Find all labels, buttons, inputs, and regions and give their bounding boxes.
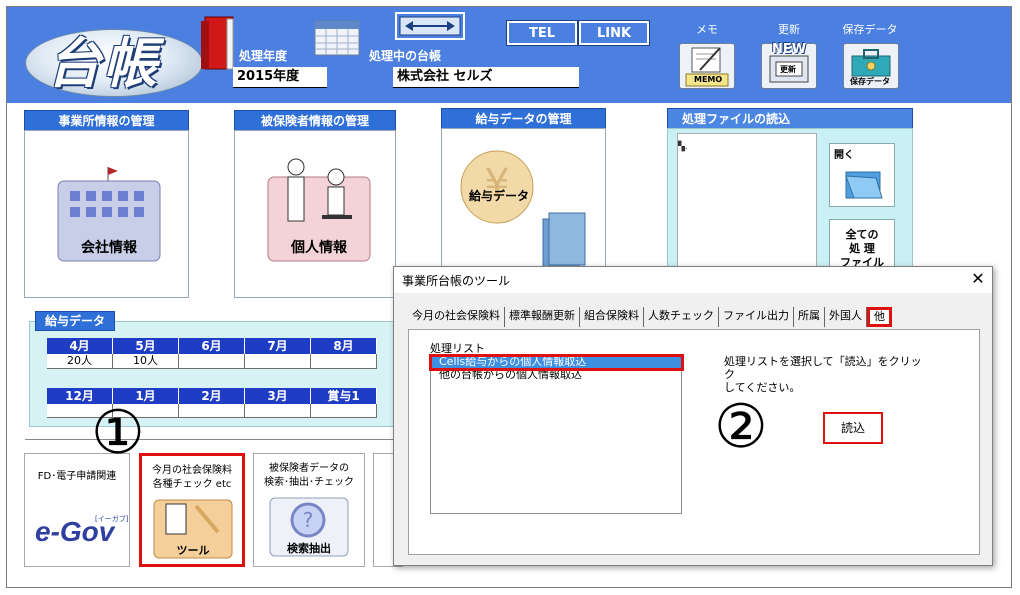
selected-item-highlight bbox=[429, 354, 684, 371]
salary-data-title: 給与データ bbox=[35, 311, 115, 331]
salary-count-cell bbox=[179, 404, 245, 418]
search-tile[interactable]: 被保険者データの 検索･抽出･チェック ? 検索抽出 bbox=[253, 453, 365, 567]
month-header[interactable]: 2月 bbox=[179, 388, 245, 404]
memo-label: メモ bbox=[696, 23, 718, 36]
ledger-value: 株式会社 セルズ bbox=[393, 67, 579, 88]
fd-label: FD･電子申請関連 bbox=[37, 471, 117, 482]
tool-line2: 各種チェック etc bbox=[152, 479, 232, 490]
tool-line1: 今月の社会保険料 bbox=[152, 465, 232, 476]
company-info-button[interactable]: 会社情報 bbox=[56, 165, 162, 263]
save-label: 保存データ bbox=[842, 23, 898, 36]
annotation-circle-1: ① bbox=[91, 398, 145, 468]
annotation-circle-2: ② bbox=[714, 392, 768, 462]
year-value: 2015年度 bbox=[233, 67, 327, 88]
close-icon[interactable]: ✕ bbox=[968, 269, 988, 289]
salary-count-cell bbox=[245, 404, 311, 418]
salary-count-cell: 10人 bbox=[113, 354, 179, 369]
tab-affiliation[interactable]: 所属 bbox=[794, 307, 825, 327]
company-panel-title: 事業所情報の管理 bbox=[24, 110, 189, 132]
search-line2: 検索･抽出･チェック bbox=[264, 477, 354, 488]
save-button[interactable]: 保存データ bbox=[843, 43, 899, 89]
tab-other[interactable]: 他 bbox=[867, 307, 892, 327]
salary-row1-head: 4月 5月 6月 7月 8月 bbox=[47, 338, 397, 354]
tab-union-insurance[interactable]: 組合保険料 bbox=[580, 307, 644, 327]
company-info-caption: 会社情報 bbox=[81, 240, 137, 256]
open-file-button[interactable]: 開く bbox=[829, 143, 895, 207]
search-line1: 被保険者データの bbox=[269, 463, 349, 474]
memo-button[interactable]: MEMO bbox=[679, 43, 735, 89]
app-window: 台帳 処理年度 2015年度 処理中の台帳 株式会社 セルズ TEL LINK … bbox=[6, 6, 1012, 588]
tel-button[interactable]: TEL bbox=[506, 20, 578, 46]
personal-info-caption: 個人情報 bbox=[291, 240, 347, 256]
dialog-tabs: 今月の社会保険料 標準報酬更新 組合保険料 人数チェック ファイル出力 所属 外… bbox=[408, 307, 892, 327]
update-label: 更新 bbox=[778, 23, 800, 36]
tool-caption: ツール bbox=[176, 544, 210, 557]
yen-icon: ¥ bbox=[460, 150, 586, 272]
search-caption: 検索抽出 bbox=[287, 542, 331, 555]
month-header[interactable]: 5月 bbox=[113, 338, 179, 354]
file-list-icon: ▚. bbox=[678, 142, 688, 152]
tab-headcount-check[interactable]: 人数チェック bbox=[644, 307, 719, 327]
tab-file-output[interactable]: ファイル出力 bbox=[719, 307, 794, 327]
month-header[interactable]: 賞与1 bbox=[311, 388, 377, 404]
link-button[interactable]: LINK bbox=[578, 20, 650, 46]
tab-standard-update[interactable]: 標準報酬更新 bbox=[505, 307, 580, 327]
app-logo: 台帳 bbox=[47, 31, 159, 95]
divider bbox=[25, 439, 405, 440]
tool-dialog: 事業所台帳のツール ✕ 今月の社会保険料 標準報酬更新 組合保険料 人数チェック… bbox=[393, 266, 993, 566]
salary-count-cell bbox=[179, 354, 245, 369]
files-panel-title: 処理ファイルの読込 bbox=[667, 108, 913, 130]
insured-panel-title: 被保険者情報の管理 bbox=[234, 110, 396, 132]
tab-monthly-insurance[interactable]: 今月の社会保険料 bbox=[408, 307, 505, 327]
file-list[interactable]: ▚. bbox=[677, 133, 817, 283]
dialog-instruction: 処理リストを選択して「読込」をクリック してください。 bbox=[724, 355, 922, 394]
binder-icon bbox=[201, 16, 234, 70]
month-header[interactable]: 3月 bbox=[245, 388, 311, 404]
salary-count-cell bbox=[245, 354, 311, 369]
month-header[interactable]: 4月 bbox=[47, 338, 113, 354]
svg-text:?: ? bbox=[303, 508, 314, 532]
egov-logo: e-Gov bbox=[35, 516, 115, 547]
salary-row1-values: 20人 10人 bbox=[47, 354, 397, 369]
ledger-label: 処理中の台帳 bbox=[369, 49, 442, 63]
dialog-title: 事業所台帳のツール bbox=[402, 274, 511, 288]
tab-foreigner[interactable]: 外国人 bbox=[825, 307, 867, 327]
salary-count-cell: 20人 bbox=[47, 354, 113, 369]
salary-panel-title: 給与データの管理 bbox=[441, 108, 606, 130]
salary-data-button[interactable]: ¥ 給与データ bbox=[453, 143, 593, 273]
calendar-icon[interactable] bbox=[313, 17, 361, 57]
month-header[interactable]: 8月 bbox=[311, 338, 377, 354]
salary-count-cell bbox=[311, 404, 377, 418]
salary-count-cell bbox=[311, 354, 377, 369]
update-button[interactable]: NEW 更新 bbox=[761, 42, 817, 89]
personal-info-button[interactable]: 個人情報 bbox=[266, 155, 372, 263]
salary-data-caption: 給与データ bbox=[468, 189, 529, 203]
year-label: 処理年度 bbox=[239, 49, 288, 63]
fd-egov-tile[interactable]: FD･電子申請関連 [イーガブ] e-Gov bbox=[24, 453, 130, 567]
month-header[interactable]: 7月 bbox=[245, 338, 311, 354]
tool-tile[interactable]: 今月の社会保険料 各種チェック etc ツール bbox=[139, 453, 245, 567]
month-header[interactable]: 6月 bbox=[179, 338, 245, 354]
switch-ledger-button[interactable] bbox=[395, 12, 465, 40]
folder-icon bbox=[845, 171, 883, 199]
read-button[interactable]: 読込 bbox=[823, 412, 883, 444]
process-listbox[interactable]: Cells給与からの個人情報取込 他の台帳からの個人情報取込 bbox=[430, 354, 682, 514]
